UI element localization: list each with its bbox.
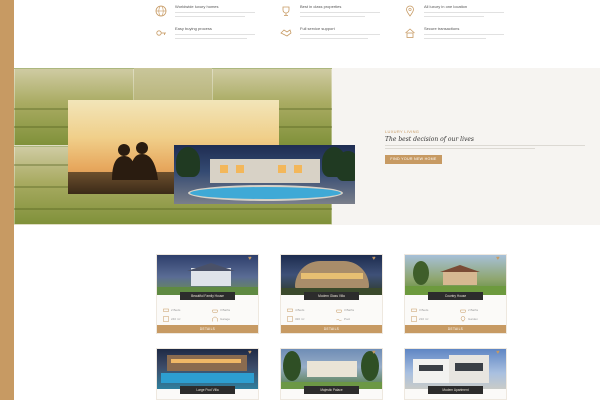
listing-extra: Garden (468, 317, 479, 321)
listing-card[interactable]: ♥ Majestic Palace (280, 348, 383, 400)
bath-icon (336, 307, 342, 313)
listing-photo (157, 255, 258, 295)
listing-title[interactable]: Beautiful Family House (180, 292, 235, 300)
feature-title: Worldwide luxury homes (175, 4, 219, 9)
villa-pool-photo (174, 145, 355, 204)
feature-item: All luxury in one location (404, 4, 514, 26)
listing-card[interactable]: ♥ Large Pool Villa (156, 348, 259, 400)
bed-icon (411, 307, 417, 313)
listing-extra: Garage (220, 317, 231, 321)
listing-details-button[interactable]: DETAILS (157, 325, 258, 333)
listing-area: 320 m² (295, 317, 305, 321)
area-icon (163, 316, 169, 322)
feature-text-line (424, 38, 486, 39)
listing-area: 240 m² (171, 317, 181, 321)
area-icon (287, 316, 293, 322)
hero-paragraph-line (385, 145, 585, 146)
garage-icon (212, 316, 218, 322)
favorite-heart-icon[interactable]: ♥ (496, 256, 503, 262)
feature-item: Secure transactions (404, 26, 514, 48)
listing-photo (405, 349, 506, 389)
listing-beds: 2 Beds (171, 308, 181, 312)
feature-item: Full service support (280, 26, 390, 48)
listing-card[interactable]: ♥ Country House 3 Beds 2 Baths 210 m² Ga… (404, 254, 507, 334)
pool-icon (336, 316, 342, 322)
feature-text-line (175, 16, 245, 17)
listing-extra: Pool (344, 317, 351, 321)
feature-text-line (175, 34, 255, 35)
listing-card[interactable]: ♥ Modern Apartment (404, 348, 507, 400)
trophy-icon (280, 5, 292, 17)
feature-item: Easy buying process (155, 26, 265, 48)
handshake-icon (280, 27, 292, 39)
feature-title: All luxury in one location (424, 4, 468, 9)
listing-baths: 3 Baths (220, 308, 231, 312)
listing-photo (157, 349, 258, 389)
garden-icon (460, 316, 466, 322)
feature-text-line (175, 38, 247, 39)
listing-photo (405, 255, 506, 295)
map-pin-icon (404, 5, 416, 17)
area-icon (411, 316, 417, 322)
favorite-heart-icon[interactable]: ♥ (248, 256, 255, 262)
listing-baths: 2 Baths (468, 308, 479, 312)
feature-text-line (424, 34, 504, 35)
listing-details-button[interactable]: DETAILS (281, 325, 382, 333)
listing-title[interactable]: Modern Glass Villa (304, 292, 359, 300)
home-icon (404, 27, 416, 39)
globe-icon (155, 5, 167, 17)
listing-card[interactable]: ♥ Beautiful Family House 2 Beds 3 Baths … (156, 254, 259, 334)
accent-left-bar (0, 0, 14, 400)
favorite-heart-icon[interactable]: ♥ (372, 256, 379, 262)
feature-item: Worldwide luxury homes (155, 4, 265, 26)
listing-card[interactable]: ♥ Modern Glass Villa 4 Beds 3 Baths 320 … (280, 254, 383, 334)
hero-paragraph-line (385, 148, 535, 149)
find-home-button[interactable]: FIND YOUR NEW HOME (385, 155, 442, 164)
bath-icon (460, 307, 466, 313)
feature-text-line (424, 16, 484, 17)
couple-silhouette (112, 142, 158, 180)
feature-text-line (175, 12, 255, 13)
feature-title: Secure transactions (424, 26, 460, 31)
feature-title: Full service support (300, 26, 335, 31)
feature-title: Best in class properties (300, 4, 342, 9)
bath-icon (212, 307, 218, 313)
feature-text-line (300, 38, 368, 39)
bed-icon (287, 307, 293, 313)
key-icon (155, 27, 167, 39)
favorite-heart-icon[interactable]: ♥ (248, 350, 255, 356)
listing-title[interactable]: Country House (428, 292, 483, 300)
listing-photo (281, 349, 382, 389)
feature-text-line (300, 16, 365, 17)
listing-beds: 3 Beds (419, 308, 429, 312)
hero-kicker: LUXURY LIVING (385, 129, 420, 134)
favorite-heart-icon[interactable]: ♥ (496, 350, 503, 356)
listing-title[interactable]: Majestic Palace (304, 386, 359, 394)
feature-title: Easy buying process (175, 26, 212, 31)
feature-text-line (424, 12, 504, 13)
listing-area: 210 m² (419, 317, 429, 321)
listing-title[interactable]: Large Pool Villa (180, 386, 235, 394)
listing-baths: 3 Baths (344, 308, 355, 312)
bed-icon (163, 307, 169, 313)
feature-text-line (300, 12, 380, 13)
listing-title[interactable]: Modern Apartment (428, 386, 483, 394)
listing-details-button[interactable]: DETAILS (405, 325, 506, 333)
feature-text-line (300, 34, 380, 35)
hero-headline: The best decision of our lives (385, 136, 475, 143)
listing-photo (281, 255, 382, 295)
feature-item: Best in class properties (280, 4, 390, 26)
favorite-heart-icon[interactable]: ♥ (372, 350, 379, 356)
listing-beds: 4 Beds (295, 308, 305, 312)
